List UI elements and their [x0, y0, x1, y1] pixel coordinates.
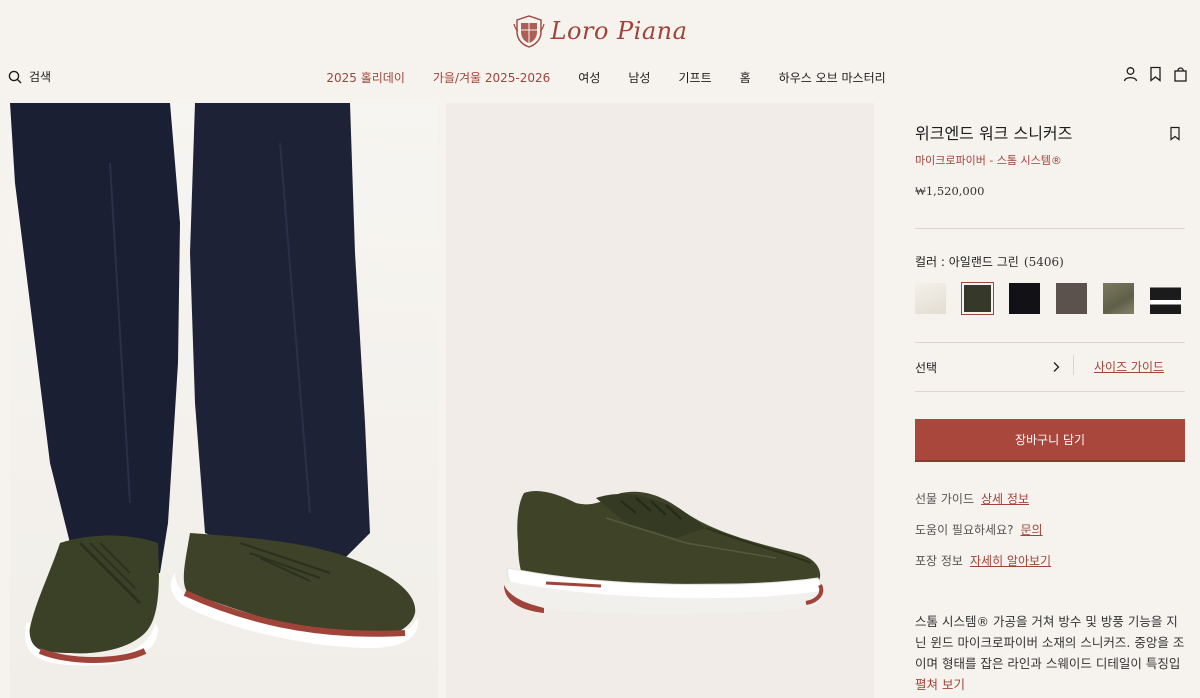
product-description: 스톰 시스템® 가공을 거쳐 방수 및 방풍 기능을 지닌 윈드 마이크로파이버… [915, 614, 1185, 671]
divider [915, 228, 1185, 229]
swatch-black[interactable] [1009, 283, 1040, 314]
color-swatches [915, 282, 1181, 315]
gift-guide-link[interactable]: 상세 정보 [981, 492, 1029, 506]
help-label: 도움이 필요하세요? [915, 523, 1014, 537]
header-icons [1123, 66, 1188, 82]
brand-wordmark: Loro Piana [550, 17, 688, 45]
divider [915, 342, 1185, 343]
packaging-row: 포장 정보 자세히 알아보기 [915, 552, 1051, 569]
brand-logo[interactable]: Loro Piana [0, 14, 1200, 48]
swatch-ivory[interactable] [915, 283, 946, 314]
product-title: 위크엔드 워크 스니커즈 [915, 124, 1073, 143]
size-guide-link[interactable]: 사이즈 가이드 [1094, 358, 1164, 375]
packaging-label: 포장 정보 [915, 554, 963, 568]
swatch-olive[interactable] [1103, 283, 1134, 314]
wishlist-bookmark-icon[interactable] [1169, 126, 1181, 141]
side-sneaker-illustration [504, 491, 824, 615]
packaging-link[interactable]: 자세히 알아보기 [970, 554, 1051, 568]
nav-item-gifts[interactable]: 기프트 [678, 69, 711, 86]
nav-item-women[interactable]: 여성 [578, 69, 600, 86]
color-code: (5406) [1023, 255, 1064, 269]
divider [915, 391, 1185, 392]
main-nav: 2025 홀리데이 가을/겨울 2025-2026 여성 남성 기프트 홈 하우… [0, 69, 1200, 86]
nav-item-holiday[interactable]: 2025 홀리데이 [326, 69, 405, 86]
help-row: 도움이 필요하세요? 문의 [915, 521, 1043, 538]
swatch-brown-grey[interactable] [1056, 283, 1087, 314]
product-image-side[interactable] [446, 103, 874, 698]
size-select[interactable]: 선택 [915, 359, 937, 376]
nav-item-fall-winter[interactable]: 가을/겨울 2025-2026 [433, 69, 550, 86]
nav-item-house-of-mastery[interactable]: 하우스 오브 마스터리 [779, 69, 886, 86]
product-subtitle: 마이크로파이버 - 스톰 시스템® [915, 154, 1062, 167]
size-select-row: 선택 사이즈 가이드 [915, 352, 1185, 382]
color-selection-label: 컬러 : 아일랜드 그린 (5406) [915, 251, 1064, 270]
color-label: 컬러 : 아일랜드 그린 [915, 255, 1019, 269]
add-to-cart-button[interactable]: 장바구니 담기 [915, 419, 1185, 462]
swatch-island-green[interactable] [961, 282, 994, 315]
product-price: ₩1,520,000 [915, 184, 985, 198]
swatch-black-white[interactable] [1150, 283, 1181, 314]
crest-icon [512, 15, 545, 48]
nav-item-men[interactable]: 남성 [628, 69, 650, 86]
read-more-link[interactable]: 펼쳐 보기 [915, 674, 965, 693]
contact-link[interactable]: 문의 [1021, 523, 1043, 537]
shopping-bag-icon[interactable] [1173, 66, 1188, 82]
gift-guide-row: 선물 가이드 상세 정보 [915, 490, 1029, 507]
account-icon[interactable] [1123, 66, 1138, 82]
product-image-worn[interactable] [10, 103, 438, 698]
gift-guide-label: 선물 가이드 [915, 492, 975, 506]
chevron-right-icon[interactable] [1052, 361, 1060, 373]
worn-sneakers-illustration [10, 103, 419, 666]
product-panel: 위크엔드 워크 스니커즈 마이크로파이버 - 스톰 시스템® ₩1,520,00… [915, 120, 1185, 692]
bookmark-icon[interactable] [1148, 66, 1163, 82]
divider [1073, 355, 1074, 375]
header-nav-row: 검색 2025 홀리데이 가을/겨울 2025-2026 여성 남성 기프트 홈… [0, 66, 1200, 90]
nav-item-home[interactable]: 홈 [740, 69, 751, 86]
